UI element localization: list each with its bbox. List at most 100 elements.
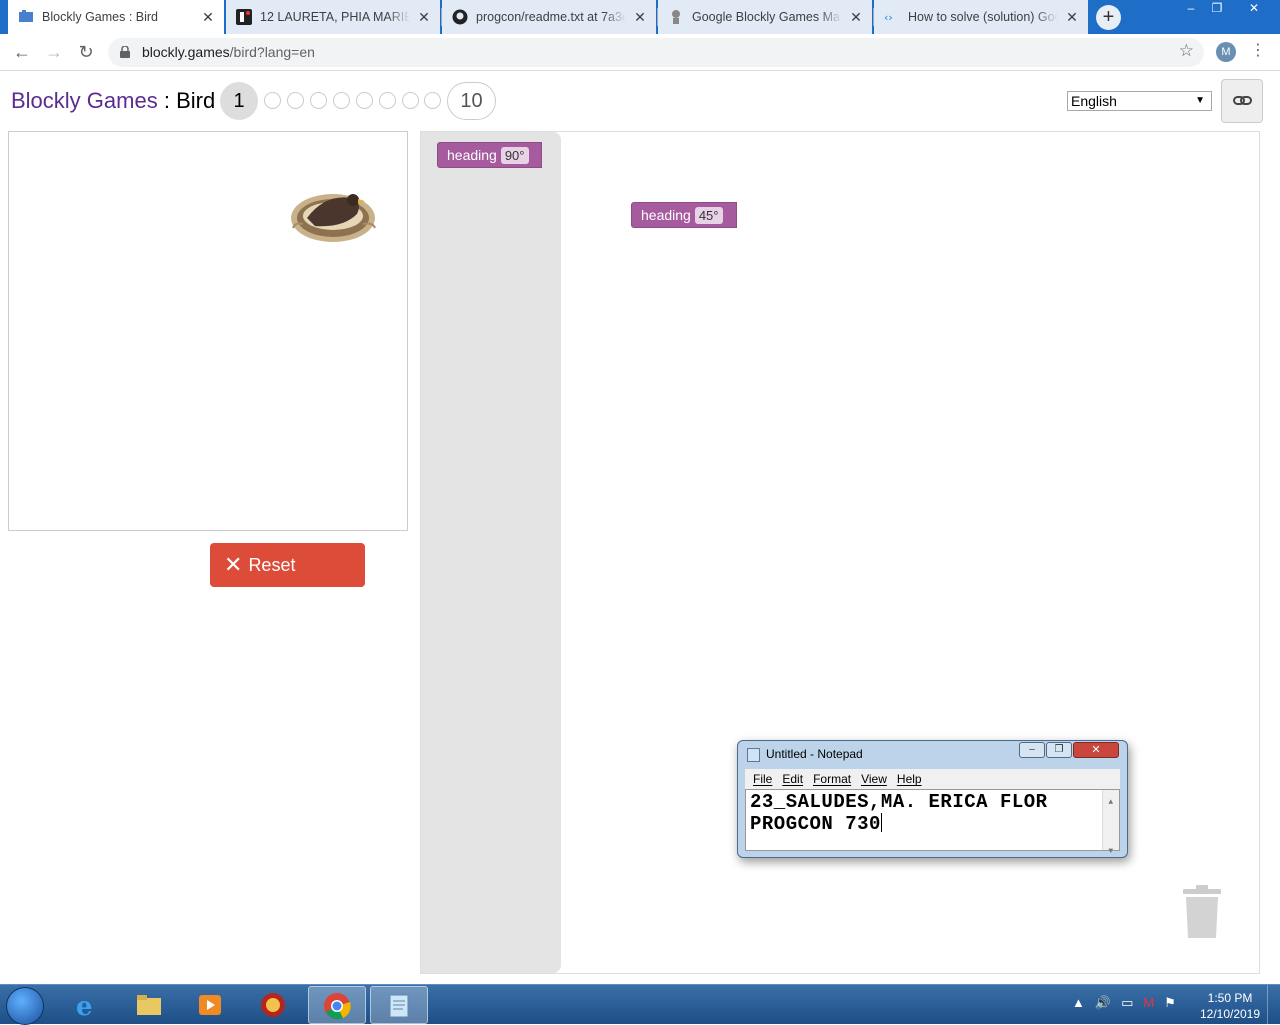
text-line-2: PROGCON 730	[750, 813, 1119, 835]
menu-file[interactable]: File	[753, 772, 772, 786]
close-icon: ✕	[224, 552, 243, 577]
menu-format[interactable]: Format	[813, 772, 851, 786]
level-dot-9[interactable]	[424, 92, 441, 109]
games-link[interactable]: Blockly Games	[11, 88, 158, 113]
notepad-icon	[747, 748, 760, 762]
reload-icon[interactable]: ↻	[74, 40, 98, 64]
close-icon[interactable]: ✕	[1064, 9, 1080, 26]
url-path: /bird?lang=en	[229, 44, 315, 60]
dropdown-caret-icon: ▼	[1195, 95, 1205, 106]
tab-label: Blockly Games : Bird	[42, 10, 159, 24]
internet-explorer-icon: e	[76, 992, 93, 1019]
folder-icon	[137, 995, 161, 1015]
close-icon[interactable]: ✕	[848, 9, 864, 26]
media-player-taskbar-button[interactable]	[182, 986, 240, 1024]
level-dot-7[interactable]	[379, 92, 396, 109]
tab-label: How to solve (solution) Goog	[908, 10, 1058, 24]
maximize-button[interactable]: ❐	[1202, 0, 1232, 18]
level-dot-5[interactable]	[333, 92, 350, 109]
menu-kebab-icon[interactable]: ⋮	[1250, 40, 1266, 60]
text-line-2-content: PROGCON 730	[750, 813, 881, 835]
level-dot-8[interactable]	[402, 92, 419, 109]
bird-visualization	[8, 131, 408, 531]
tab-github[interactable]: progcon/readme.txt at 7a3ed ✕	[442, 0, 656, 34]
forward-icon[interactable]: →	[42, 40, 66, 64]
menu-edit[interactable]: Edit	[782, 772, 803, 786]
level-last[interactable]: 10	[447, 82, 496, 120]
reset-button[interactable]: ✕ Reset	[210, 543, 365, 587]
close-icon[interactable]: ✕	[632, 9, 648, 26]
lock-icon	[120, 46, 130, 58]
tab-solution[interactable]: ‹› How to solve (solution) Goog ✕	[874, 0, 1088, 34]
page-title: Blockly Games : Bird	[11, 88, 215, 114]
close-icon[interactable]: ✕	[416, 9, 432, 26]
level-current[interactable]: 1	[220, 82, 258, 120]
menu-help[interactable]: Help	[897, 772, 922, 786]
notepad-title: Untitled - Notepad	[766, 747, 863, 761]
antivirus-icon[interactable]: M	[1143, 995, 1154, 1011]
address-bar[interactable]: blockly.games/bird?lang=en ☆	[108, 38, 1204, 67]
new-tab-button[interactable]: +	[1096, 5, 1121, 30]
level-dot-4[interactable]	[310, 92, 327, 109]
explorer-taskbar-button[interactable]	[121, 986, 179, 1024]
tab-blockly-bird[interactable]: Blockly Games : Bird ✕	[8, 0, 224, 34]
menu-view[interactable]: View	[861, 772, 887, 786]
scroll-down-icon[interactable]: ▼	[1103, 841, 1119, 862]
game-taskbar-button[interactable]	[245, 986, 303, 1024]
action-center-flag-icon[interactable]: ⚑	[1164, 995, 1176, 1011]
nest-with-bird-icon	[291, 194, 376, 242]
notepad-maximize-button[interactable]: ❐	[1046, 742, 1072, 758]
reset-label: Reset	[248, 554, 296, 575]
angle-field[interactable]: 45°	[694, 206, 723, 224]
notepad-taskbar-button[interactable]	[370, 986, 428, 1024]
back-icon[interactable]: ←	[10, 40, 34, 64]
media-player-icon	[199, 995, 221, 1015]
network-icon[interactable]: ▭	[1121, 995, 1133, 1011]
taskbar-clock[interactable]: 1:50 PM 12/10/2019	[1198, 990, 1262, 1022]
show-desktop-button[interactable]	[1267, 985, 1280, 1025]
internet-explorer-taskbar-button[interactable]: e	[60, 986, 118, 1024]
blockly-favicon-icon	[18, 9, 34, 25]
notepad-close-button[interactable]: ✕	[1073, 742, 1119, 758]
angle-field[interactable]: 90°	[500, 146, 529, 164]
notepad-menu-bar: File Edit Format View Help	[745, 769, 1120, 789]
clock-time: 1:50 PM	[1207, 991, 1253, 1005]
scroll-up-icon[interactable]: ▲	[1103, 792, 1119, 813]
window-close-button[interactable]: ✕	[1236, 0, 1272, 18]
game-name: Bird	[176, 88, 216, 113]
trash-can-icon[interactable]	[1181, 884, 1223, 940]
chrome-taskbar-button[interactable]	[308, 986, 366, 1024]
browser-tab-bar: Blockly Games : Bird ✕ 12 LAURETA, PHIA …	[0, 0, 1280, 34]
url-host: blockly.games	[142, 44, 230, 60]
windows-taskbar: e ▲ 🔊 ▭ M ⚑ 1:50 PM 12/10/2019	[0, 984, 1280, 1025]
bookmark-star-icon[interactable]: ☆	[1179, 41, 1194, 61]
notepad-text-area[interactable]: 23_SALUDES,MA. ERICA FLOR PROGCON 730 ▲ …	[745, 789, 1120, 856]
level-dot-6[interactable]	[356, 92, 373, 109]
volume-icon[interactable]: 🔊	[1095, 995, 1111, 1011]
text-line-1: 23_SALUDES,MA. ERICA FLOR	[750, 791, 1048, 813]
heading-block-toolbox[interactable]: heading 90°	[437, 142, 542, 168]
profile-avatar[interactable]: M	[1216, 42, 1236, 62]
tray-expand-icon[interactable]: ▲	[1072, 995, 1085, 1011]
tab-label: Google Blockly Games Maze	[692, 10, 842, 24]
language-select[interactable]: English ▼	[1067, 91, 1212, 111]
windows-start-icon[interactable]	[6, 987, 44, 1025]
github-favicon-icon	[452, 9, 468, 25]
link-button[interactable]	[1221, 79, 1263, 123]
title-separator: :	[157, 88, 177, 113]
browser-toolbar: ← → ↻ blockly.games/bird?lang=en ☆	[0, 34, 1280, 71]
tab-maze[interactable]: Google Blockly Games Maze ✕	[658, 0, 872, 34]
close-icon[interactable]: ✕	[200, 9, 216, 26]
notepad-window[interactable]: Untitled - Notepad ‒ ❐ ✕ File Edit Forma…	[737, 740, 1128, 858]
notepad-minimize-button[interactable]: ‒	[1019, 742, 1045, 758]
tab-label: 12 LAURETA, PHIA MARIE on	[260, 10, 410, 24]
heading-block-canvas[interactable]: heading 45°	[631, 202, 737, 228]
tab-label: progcon/readme.txt at 7a3ed	[476, 10, 626, 24]
level-dot-2[interactable]	[264, 92, 281, 109]
maze-favicon-icon	[668, 9, 684, 25]
clock-date: 12/10/2019	[1199, 1007, 1261, 1021]
svg-text:e: e	[76, 992, 93, 1019]
tab-slides[interactable]: 12 LAURETA, PHIA MARIE on ✕	[226, 0, 440, 34]
level-dot-3[interactable]	[287, 92, 304, 109]
notepad-scrollbar[interactable]: ▲ ▼	[1102, 790, 1119, 856]
